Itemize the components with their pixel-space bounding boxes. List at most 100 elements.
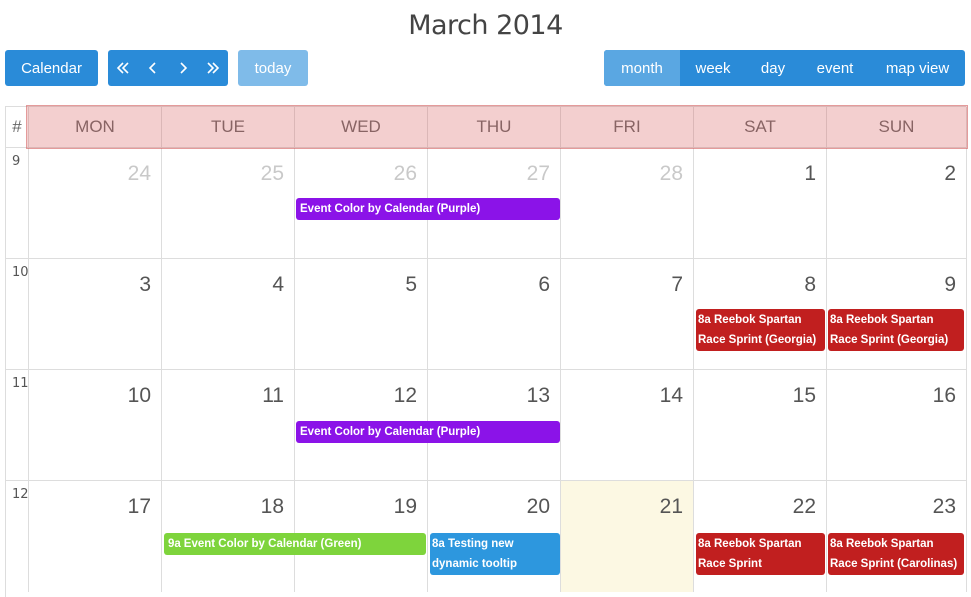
view-map-button[interactable]: map view: [870, 50, 965, 86]
day-number[interactable]: 19: [394, 495, 417, 519]
week-number[interactable]: 10: [6, 259, 29, 370]
day-number[interactable]: 20: [527, 495, 550, 519]
day-number[interactable]: 12: [394, 384, 417, 408]
double-chevron-left-icon: [116, 62, 129, 74]
day-cell[interactable]: 24: [29, 148, 162, 259]
day-number[interactable]: 1: [804, 162, 816, 186]
double-chevron-right-icon: [207, 62, 220, 74]
day-cell[interactable]: 2: [827, 148, 967, 259]
event-purple[interactable]: Event Color by Calendar (Purple): [296, 198, 560, 220]
day-cell[interactable]: 28: [561, 148, 694, 259]
day-number[interactable]: 25: [261, 162, 284, 186]
day-number[interactable]: 28: [660, 162, 683, 186]
day-number[interactable]: 10: [128, 384, 151, 408]
today-button[interactable]: today: [238, 50, 308, 86]
day-cell[interactable]: 10: [29, 370, 162, 481]
event-title: Reebok Spartan Race Sprint (Carolinas): [830, 538, 958, 570]
day-cell[interactable]: 11: [162, 370, 295, 481]
day-number[interactable]: 16: [933, 384, 956, 408]
day-number[interactable]: 13: [527, 384, 550, 408]
event-green[interactable]: 9a Event Color by Calendar (Green): [164, 533, 426, 555]
day-header-sat: SAT: [694, 107, 827, 147]
day-cell[interactable]: 16: [827, 370, 967, 481]
event-time: 8a: [698, 538, 711, 550]
day-number[interactable]: 6: [538, 273, 550, 297]
day-number[interactable]: 4: [272, 273, 284, 297]
day-number[interactable]: 17: [128, 495, 151, 519]
calendar-button[interactable]: Calendar: [5, 50, 98, 86]
event-time: 8a: [698, 314, 711, 326]
event-spartan-carolinas-sun[interactable]: 8a Reebok Spartan Race Sprint (Carolinas…: [828, 533, 964, 575]
day-cell[interactable]: 6: [428, 259, 561, 370]
event-spartan-georgia-sun[interactable]: 8a Reebok Spartan Race Sprint (Georgia): [828, 309, 964, 351]
day-cell-today[interactable]: 21: [561, 481, 694, 592]
day-number[interactable]: 23: [933, 495, 956, 519]
day-number[interactable]: 9: [944, 273, 956, 297]
event-time: 8a: [830, 314, 843, 326]
day-number[interactable]: 26: [394, 162, 417, 186]
next-month-button[interactable]: [168, 50, 198, 86]
event-dynamic-tooltip[interactable]: 8a Testing new dynamic tooltip: [430, 533, 560, 575]
event-title: Reebok Spartan Race Sprint (Georgia): [698, 314, 817, 346]
navigation-button-group: [108, 50, 228, 86]
event-spartan-georgia-sat[interactable]: 8a Reebok Spartan Race Sprint (Georgia): [696, 309, 825, 351]
event-title: Testing new dynamic tooltip: [432, 538, 517, 570]
day-cell[interactable]: 25: [162, 148, 295, 259]
event-title: Reebok Spartan Race Sprint (Georgia): [830, 314, 949, 346]
view-switcher: month week day event map view: [604, 50, 965, 86]
day-header-row: # MON TUE WED THU FRI SAT SUN: [6, 107, 967, 147]
day-cell[interactable]: 14: [561, 370, 694, 481]
calendar-title: March 2014: [408, 10, 563, 41]
day-header-sun: SUN: [827, 107, 967, 147]
previous-year-button[interactable]: [108, 50, 138, 86]
day-cell[interactable]: 5: [295, 259, 428, 370]
day-number[interactable]: 15: [793, 384, 816, 408]
day-number[interactable]: 18: [261, 495, 284, 519]
day-number[interactable]: 27: [527, 162, 550, 186]
chevron-right-icon: [180, 62, 188, 74]
day-cell[interactable]: 15: [694, 370, 827, 481]
day-header-thu: THU: [428, 107, 561, 147]
event-time: 8a: [432, 538, 445, 550]
day-cell[interactable]: 4: [162, 259, 295, 370]
event-purple[interactable]: Event Color by Calendar (Purple): [296, 421, 560, 443]
view-week-button[interactable]: week: [680, 50, 746, 86]
week-row: 12 17 18 19 20 21 22 23 9a Event Color by…: [6, 480, 967, 592]
view-day-button[interactable]: day: [746, 50, 800, 86]
week-number[interactable]: 12: [6, 481, 29, 592]
day-header-wed: WED: [295, 107, 428, 147]
event-title: Event Color by Calendar (Green): [183, 538, 362, 550]
event-spartan-carolinas-sat[interactable]: 8a Reebok Spartan Race Sprint (Carolinas…: [696, 533, 825, 575]
next-year-button[interactable]: [198, 50, 228, 86]
day-header-tue: TUE: [162, 107, 295, 147]
month-grid: # MON TUE WED THU FRI SAT SUN 9 24 25 26…: [5, 105, 968, 597]
day-cell[interactable]: 3: [29, 259, 162, 370]
day-number[interactable]: 5: [405, 273, 417, 297]
week-number[interactable]: 11: [6, 370, 29, 481]
week-number[interactable]: 9: [6, 148, 29, 259]
day-number[interactable]: 14: [660, 384, 683, 408]
event-title: Reebok Spartan Race Sprint (Carolinas): [698, 538, 802, 570]
day-cell[interactable]: 1: [694, 148, 827, 259]
event-title: Event Color by Calendar (Purple): [300, 426, 481, 438]
event-time: 9a: [168, 538, 181, 550]
day-number[interactable]: 3: [139, 273, 151, 297]
view-event-button[interactable]: event: [800, 50, 870, 86]
view-month-button[interactable]: month: [604, 50, 680, 86]
day-number[interactable]: 24: [128, 162, 151, 186]
day-number[interactable]: 22: [793, 495, 816, 519]
week-row: 10 3 4 5 6 7 8 9 8a Reebok Spartan Race …: [6, 258, 967, 370]
day-number[interactable]: 2: [944, 162, 956, 186]
day-number[interactable]: 8: [804, 273, 816, 297]
day-number[interactable]: 11: [262, 384, 284, 408]
week-row: 11 10 11 12 13 14 15 16 Event Color by C…: [6, 369, 967, 481]
day-number[interactable]: 21: [660, 495, 683, 519]
day-number[interactable]: 7: [671, 273, 683, 297]
week-number-header: #: [6, 107, 29, 147]
day-cell[interactable]: 7: [561, 259, 694, 370]
chevron-left-icon: [148, 62, 156, 74]
previous-month-button[interactable]: [138, 50, 168, 86]
week-row: 9 24 25 26 27 28 1 2 Event Color by Cale…: [6, 147, 967, 259]
day-cell[interactable]: 17: [29, 481, 162, 592]
event-time: 8a: [830, 538, 843, 550]
